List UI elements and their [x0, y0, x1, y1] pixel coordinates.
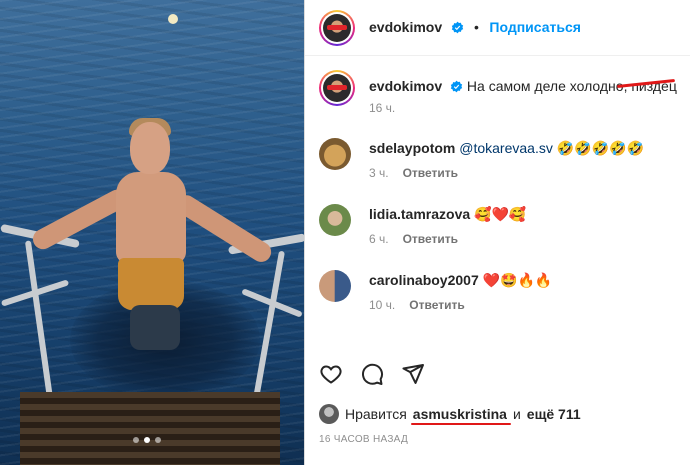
commenter-avatar[interactable]	[319, 138, 351, 170]
comment-line: sdelaypotom @tokarevaa.sv 🤣🤣🤣🤣🤣	[369, 140, 644, 157]
comment-time: 3 ч.	[369, 166, 389, 180]
carousel-dot[interactable]	[133, 437, 139, 443]
caption-author-avatar[interactable]	[319, 70, 355, 106]
likes-line: Нравится asmuskristina и ещё 711	[319, 404, 581, 424]
comment-meta: 3 ч. Ответить	[369, 166, 458, 180]
comment-meta: 10 ч. Ответить	[369, 298, 465, 312]
reply-button[interactable]: Ответить	[409, 298, 464, 312]
comment-item: lidia.tamrazova 🥰❤️🥰 6 ч. Ответить	[319, 204, 679, 249]
post-timestamp[interactable]: 16 ЧАСОВ НАЗАД	[319, 434, 408, 445]
post-header: evdokimov • Подписаться	[305, 0, 690, 56]
comment-emojis: 🤣🤣🤣🤣🤣	[556, 140, 644, 156]
caption: evdokimov На самом деле холодно, пиздец …	[319, 70, 679, 120]
verified-badge-icon	[450, 80, 463, 93]
comment-icon[interactable]	[360, 362, 384, 386]
comment-line: carolinaboy2007 ❤️🤩🔥🔥	[369, 272, 552, 289]
likes-joiner: и	[512, 406, 521, 422]
carousel-dot[interactable]	[155, 437, 161, 443]
person-head	[130, 122, 170, 174]
share-icon[interactable]	[401, 362, 425, 386]
author-username[interactable]: evdokimov	[369, 19, 442, 35]
caption-username[interactable]: evdokimov	[369, 78, 442, 94]
comment-username[interactable]: sdelaypotom	[369, 140, 455, 156]
comment-meta: 6 ч. Ответить	[369, 232, 458, 246]
commenter-avatar[interactable]	[319, 270, 351, 302]
comment-emojis: 🥰❤️🥰	[474, 206, 527, 222]
follow-button[interactable]: Подписаться	[489, 19, 581, 35]
likes-count[interactable]: ещё 711	[527, 406, 581, 422]
commenter-avatar[interactable]	[319, 204, 351, 236]
avatar-image	[323, 74, 351, 102]
person-shorts	[118, 258, 184, 310]
comment-username[interactable]: lidia.tamrazova	[369, 206, 470, 222]
reply-button[interactable]: Ответить	[403, 232, 458, 246]
person-legs	[130, 305, 180, 350]
buoy	[168, 14, 178, 24]
comment-line: lidia.tamrazova 🥰❤️🥰	[369, 206, 526, 223]
carousel-dot-active[interactable]	[144, 437, 150, 443]
post-photo[interactable]	[0, 0, 304, 465]
comment-item: carolinaboy2007 ❤️🤩🔥🔥 10 ч. Ответить	[319, 270, 679, 315]
caption-time: 16 ч.	[369, 101, 396, 115]
annotation-underline	[411, 423, 511, 425]
avatar-image	[323, 14, 351, 42]
comment-emojis: ❤️🤩🔥🔥	[482, 272, 553, 288]
caption-text: На самом деле холодно, пиздец	[466, 78, 677, 94]
comment-item: sdelaypotom @tokarevaa.sv 🤣🤣🤣🤣🤣 3 ч. Отве…	[319, 138, 679, 183]
liker-username[interactable]: asmuskristina	[413, 406, 507, 422]
reply-button[interactable]: Ответить	[403, 166, 458, 180]
comment-time: 6 ч.	[369, 232, 389, 246]
action-bar	[319, 362, 425, 386]
person-torso	[116, 172, 186, 264]
carousel-dots	[133, 437, 161, 443]
post-panel: evdokimov • Подписаться evdokimov На сам…	[304, 0, 690, 465]
comment-time: 10 ч.	[369, 298, 396, 312]
comment-username[interactable]: carolinaboy2007	[369, 272, 479, 288]
author-avatar[interactable]	[319, 10, 355, 46]
ladder-steps	[20, 392, 280, 465]
likes-prefix: Нравится	[345, 406, 407, 422]
heart-icon[interactable]	[319, 362, 343, 386]
liker-avatar[interactable]	[319, 404, 339, 424]
separator-dot: •	[474, 19, 479, 35]
verified-badge-icon	[451, 21, 463, 34]
comment-mention[interactable]: @tokarevaa.sv	[459, 140, 553, 156]
